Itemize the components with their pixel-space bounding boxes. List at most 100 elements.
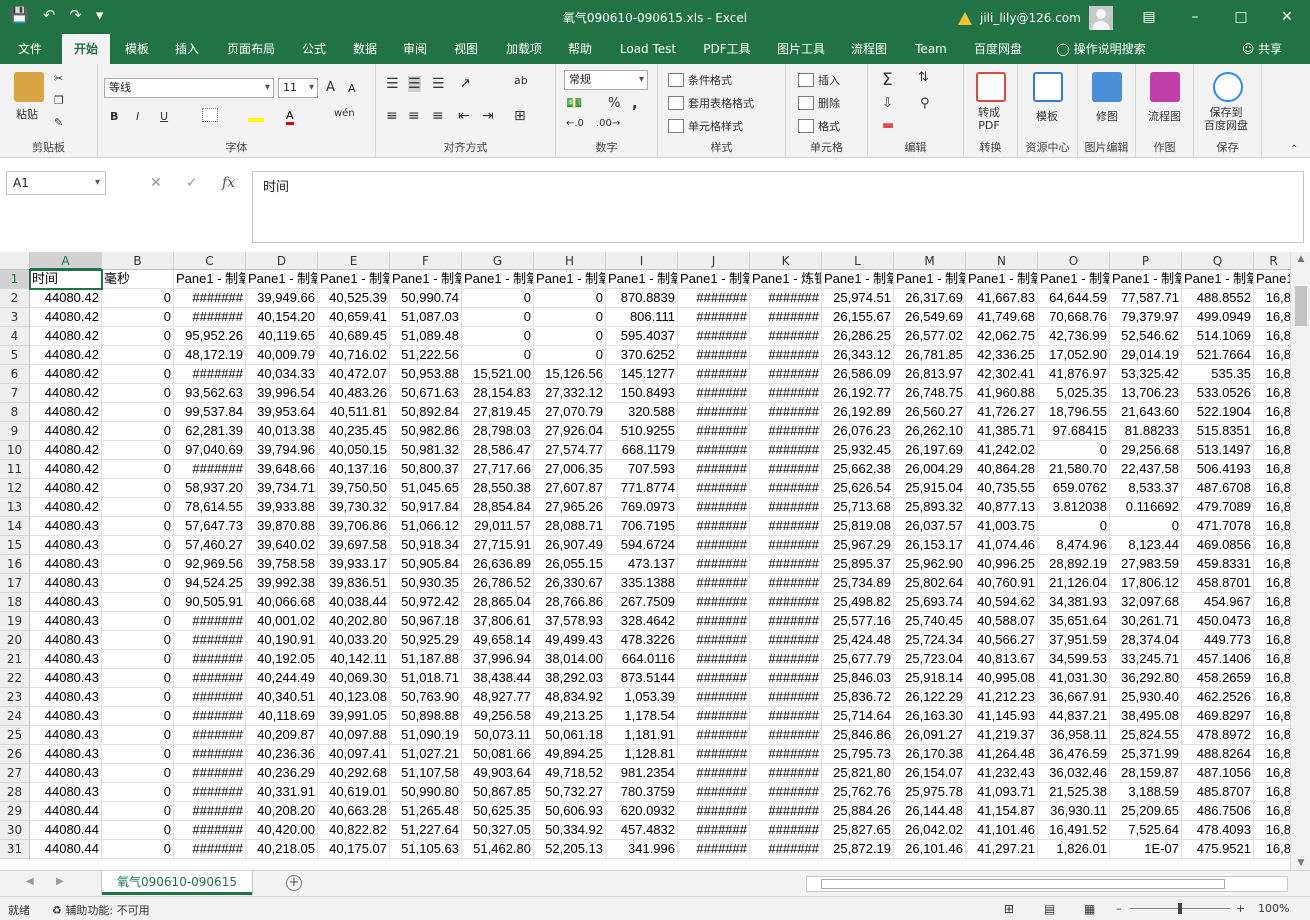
data-cell[interactable]: 41,031.30 xyxy=(1038,669,1110,688)
row-header[interactable]: 21 xyxy=(0,650,30,669)
data-cell[interactable]: 39,730.32 xyxy=(318,498,390,517)
row-header[interactable]: 22 xyxy=(0,669,30,688)
data-cell[interactable]: 50,800.37 xyxy=(390,460,462,479)
data-cell[interactable]: 0 xyxy=(102,593,174,612)
data-cell[interactable]: ####### xyxy=(174,669,246,688)
data-cell[interactable]: 49,718.52 xyxy=(534,764,606,783)
photo-edit-icon[interactable] xyxy=(1092,72,1122,102)
data-cell[interactable]: 16,8 xyxy=(1254,783,1290,802)
data-cell[interactable]: 15,521.00 xyxy=(462,365,534,384)
save-to-netdisk-button[interactable]: 保存到 百度网盘 xyxy=(1204,106,1248,132)
data-cell[interactable]: 25,827.65 xyxy=(822,821,894,840)
data-cell[interactable]: 40,001.02 xyxy=(246,612,318,631)
data-cell[interactable]: 36,667.91 xyxy=(1038,688,1110,707)
data-cell[interactable]: 25,884.26 xyxy=(822,802,894,821)
data-cell[interactable]: 25,724.34 xyxy=(894,631,966,650)
data-cell[interactable]: 664.0116 xyxy=(606,650,678,669)
data-cell[interactable]: 51,462.80 xyxy=(462,840,534,859)
column-header-l[interactable]: L xyxy=(822,252,894,270)
data-cell[interactable]: 50,972.42 xyxy=(390,593,462,612)
tab-picture-tools[interactable]: 图片工具 xyxy=(768,34,834,64)
data-cell[interactable]: 25,734.89 xyxy=(822,574,894,593)
tab-file[interactable]: 文件 xyxy=(8,34,52,64)
data-cell[interactable]: 41,154.87 xyxy=(966,802,1038,821)
find-select-icon[interactable]: ⚲ xyxy=(920,96,930,111)
data-cell[interactable]: 328.4642 xyxy=(606,612,678,631)
data-cell[interactable]: 26,153.17 xyxy=(894,536,966,555)
data-cell[interactable]: 50,892.84 xyxy=(390,403,462,422)
align-center-icon[interactable]: ≡ xyxy=(408,108,420,124)
row-header[interactable]: 3 xyxy=(0,308,30,327)
next-sheet-icon[interactable]: ▶ xyxy=(56,876,64,887)
data-cell[interactable]: 40,119.65 xyxy=(246,327,318,346)
data-cell[interactable]: 40,511.81 xyxy=(318,403,390,422)
data-cell[interactable]: 521.7664 xyxy=(1182,346,1254,365)
data-cell[interactable]: 51,222.56 xyxy=(390,346,462,365)
data-cell[interactable]: 40,009.79 xyxy=(246,346,318,365)
data-cell[interactable]: 25,893.32 xyxy=(894,498,966,517)
data-cell[interactable]: 39,870.88 xyxy=(246,517,318,536)
data-cell[interactable]: ####### xyxy=(750,745,822,764)
data-cell[interactable]: ####### xyxy=(750,403,822,422)
data-cell[interactable]: ####### xyxy=(174,460,246,479)
data-cell[interactable]: 0 xyxy=(102,403,174,422)
enter-icon[interactable]: ✓ xyxy=(186,175,198,191)
data-cell[interactable]: 0 xyxy=(102,460,174,479)
data-cell[interactable]: 16,8 xyxy=(1254,460,1290,479)
data-cell[interactable]: 16,8 xyxy=(1254,289,1290,308)
data-cell[interactable]: 52,546.62 xyxy=(1110,327,1182,346)
column-header-f[interactable]: F xyxy=(390,252,462,270)
data-cell[interactable]: 0 xyxy=(1038,517,1110,536)
data-cell[interactable]: 0 xyxy=(462,327,534,346)
data-cell[interactable]: ####### xyxy=(678,327,750,346)
data-cell[interactable]: 40,525.39 xyxy=(318,289,390,308)
data-cell[interactable]: 510.9255 xyxy=(606,422,678,441)
header-cell[interactable]: Pane1 - 制氧 xyxy=(966,270,1038,289)
row-header[interactable]: 27 xyxy=(0,764,30,783)
data-cell[interactable]: 40,033.20 xyxy=(318,631,390,650)
data-cell[interactable]: 26,549.69 xyxy=(894,308,966,327)
data-cell[interactable]: 39,991.05 xyxy=(318,707,390,726)
data-cell[interactable]: 479.7089 xyxy=(1182,498,1254,517)
data-cell[interactable]: 0 xyxy=(102,517,174,536)
data-cell[interactable]: 26,122.29 xyxy=(894,688,966,707)
vertical-scrollbar[interactable]: ▲ ▼ xyxy=(1290,252,1310,870)
data-cell[interactable]: 36,958.11 xyxy=(1038,726,1110,745)
data-cell[interactable]: 16,8 xyxy=(1254,365,1290,384)
data-cell[interactable]: 40,034.33 xyxy=(246,365,318,384)
account-area[interactable]: jili_lily@126.com xyxy=(958,6,1113,30)
data-cell[interactable]: 50,905.84 xyxy=(390,555,462,574)
data-cell[interactable]: 771.8774 xyxy=(606,479,678,498)
data-cell[interactable]: 0 xyxy=(102,707,174,726)
data-cell[interactable]: 42,062.75 xyxy=(966,327,1038,346)
font-size-select[interactable]: 11 xyxy=(278,78,318,98)
data-cell[interactable]: 459.8331 xyxy=(1182,555,1254,574)
data-cell[interactable]: 25,662.38 xyxy=(822,460,894,479)
data-cell[interactable]: 50,081.66 xyxy=(462,745,534,764)
data-cell[interactable]: 16,8 xyxy=(1254,707,1290,726)
vertical-scroll-thumb[interactable] xyxy=(1295,286,1307,326)
data-cell[interactable]: 41,074.46 xyxy=(966,536,1038,555)
data-cell[interactable]: 50,606.93 xyxy=(534,802,606,821)
data-cell[interactable]: 44080.42 xyxy=(30,441,102,460)
data-cell[interactable]: 0 xyxy=(102,669,174,688)
data-cell[interactable]: 25,424.48 xyxy=(822,631,894,650)
data-cell[interactable]: ####### xyxy=(678,555,750,574)
header-cell[interactable]: Pane1 - 炼钢 xyxy=(750,270,822,289)
data-cell[interactable]: 92,969.56 xyxy=(174,555,246,574)
row-header[interactable]: 8 xyxy=(0,403,30,422)
data-cell[interactable]: ####### xyxy=(678,669,750,688)
data-cell[interactable]: 39,734.71 xyxy=(246,479,318,498)
column-header-r[interactable]: R xyxy=(1254,252,1290,270)
data-cell[interactable]: 449.773 xyxy=(1182,631,1254,650)
data-cell[interactable]: 44080.42 xyxy=(30,422,102,441)
data-cell[interactable]: 39,996.54 xyxy=(246,384,318,403)
column-header-n[interactable]: N xyxy=(966,252,1038,270)
data-cell[interactable]: 320.588 xyxy=(606,403,678,422)
data-cell[interactable]: 16,8 xyxy=(1254,650,1290,669)
data-cell[interactable]: 50,061.18 xyxy=(534,726,606,745)
data-cell[interactable]: 25,846.86 xyxy=(822,726,894,745)
data-cell[interactable]: 25,713.68 xyxy=(822,498,894,517)
data-cell[interactable]: 25,371.99 xyxy=(1110,745,1182,764)
data-cell[interactable]: 1,826.01 xyxy=(1038,840,1110,859)
